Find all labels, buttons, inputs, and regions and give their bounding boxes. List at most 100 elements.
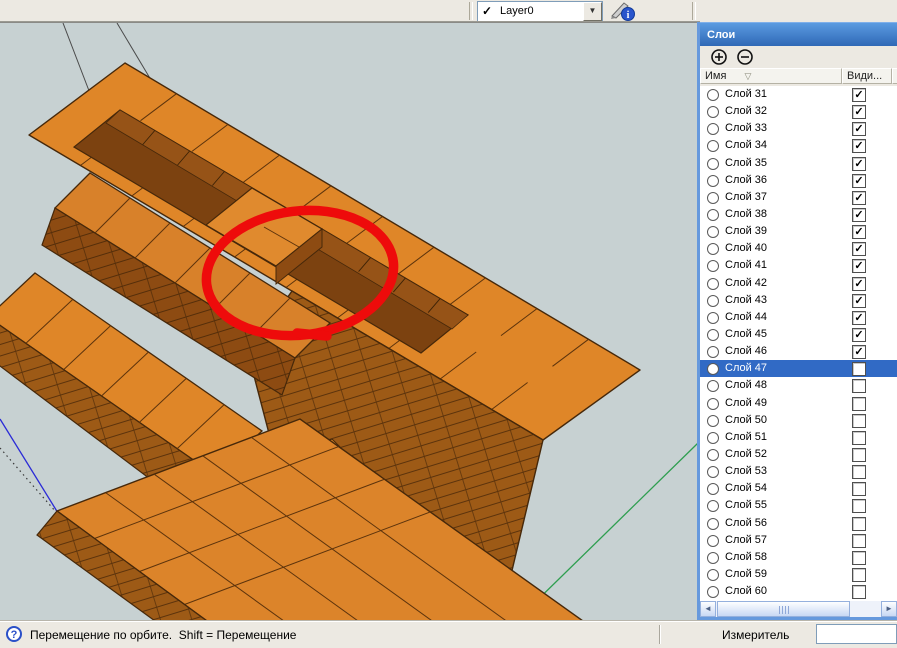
current-layer-radio[interactable] xyxy=(707,432,719,444)
layer-visibility-checkbox[interactable] xyxy=(852,414,866,428)
current-layer-radio[interactable] xyxy=(707,192,719,204)
layer-visibility-checkbox[interactable]: ✓ xyxy=(852,242,866,256)
layer-row[interactable]: Слой 49 xyxy=(700,395,897,412)
current-layer-radio[interactable] xyxy=(707,295,719,307)
current-layer-radio[interactable] xyxy=(707,158,719,170)
layer-row[interactable]: Слой 53 xyxy=(700,463,897,480)
current-layer-radio[interactable] xyxy=(707,380,719,392)
current-layer-radio[interactable] xyxy=(707,415,719,427)
layer-row[interactable]: Слой 38 ✓ xyxy=(700,206,897,223)
current-layer-radio[interactable] xyxy=(707,535,719,547)
layer-visibility-checkbox[interactable] xyxy=(852,482,866,496)
layer-row[interactable]: Слой 51 xyxy=(700,429,897,446)
current-layer-radio[interactable] xyxy=(707,483,719,495)
layer-row[interactable]: Слой 57 xyxy=(700,532,897,549)
current-layer-radio[interactable] xyxy=(707,586,719,598)
current-layer-radio[interactable] xyxy=(707,175,719,187)
horizontal-scrollbar[interactable]: ◄ ► xyxy=(700,601,897,617)
layer-visibility-checkbox[interactable]: ✓ xyxy=(852,259,866,273)
layer-row[interactable]: Слой 52 xyxy=(700,446,897,463)
current-layer-radio[interactable] xyxy=(707,329,719,341)
layer-row[interactable]: Слой 44 ✓ xyxy=(700,309,897,326)
layer-row[interactable]: Слой 42 ✓ xyxy=(700,275,897,292)
layer-visibility-checkbox[interactable] xyxy=(852,431,866,445)
layer-row[interactable]: Слой 58 xyxy=(700,549,897,566)
layer-visibility-checkbox[interactable]: ✓ xyxy=(852,345,866,359)
layer-visibility-checkbox[interactable] xyxy=(852,517,866,531)
layer-visibility-checkbox[interactable]: ✓ xyxy=(852,122,866,136)
layer-visibility-checkbox[interactable] xyxy=(852,397,866,411)
remove-layer-button[interactable] xyxy=(736,48,754,66)
layer-visibility-checkbox[interactable]: ✓ xyxy=(852,277,866,291)
current-layer-radio[interactable] xyxy=(707,278,719,290)
current-layer-radio[interactable] xyxy=(707,123,719,135)
layer-visibility-checkbox[interactable]: ✓ xyxy=(852,88,866,102)
current-layer-radio[interactable] xyxy=(707,140,719,152)
current-layer-radio[interactable] xyxy=(707,346,719,358)
layer-visibility-checkbox[interactable]: ✓ xyxy=(852,208,866,222)
layers-panel-titlebar[interactable]: Слои xyxy=(700,22,897,47)
current-layer-radio[interactable] xyxy=(707,243,719,255)
layer-visibility-checkbox[interactable]: ✓ xyxy=(852,174,866,188)
modeling-viewport[interactable] xyxy=(0,22,700,621)
layer-row[interactable]: Слой 48 xyxy=(700,377,897,394)
layer-row[interactable]: Слой 46 ✓ xyxy=(700,343,897,360)
layer-row[interactable]: Слой 45 ✓ xyxy=(700,326,897,343)
layer-row[interactable]: Слой 40 ✓ xyxy=(700,240,897,257)
current-layer-radio[interactable] xyxy=(707,500,719,512)
layer-dropdown-arrow-button[interactable]: ▼ xyxy=(583,2,602,21)
current-layer-radio[interactable] xyxy=(707,260,719,272)
layer-visibility-checkbox[interactable]: ✓ xyxy=(852,294,866,308)
layer-row[interactable]: Слой 54 xyxy=(700,480,897,497)
layer-row[interactable]: Слой 50 xyxy=(700,412,897,429)
layer-visibility-checkbox[interactable]: ✓ xyxy=(852,157,866,171)
scroll-left-button[interactable]: ◄ xyxy=(700,601,716,617)
layer-dropdown[interactable]: ✓ Layer0 ▼ xyxy=(477,1,603,22)
layer-row[interactable]: Слой 41 ✓ xyxy=(700,257,897,274)
current-layer-radio[interactable] xyxy=(707,89,719,101)
layer-visibility-checkbox[interactable] xyxy=(852,379,866,393)
measurements-input[interactable] xyxy=(816,624,897,644)
layer-row[interactable]: Слой 37 ✓ xyxy=(700,189,897,206)
current-layer-radio[interactable] xyxy=(707,569,719,581)
layer-row[interactable]: Слой 56 xyxy=(700,515,897,532)
current-layer-radio[interactable] xyxy=(707,466,719,478)
layer-row[interactable]: Слой 47 xyxy=(700,360,897,377)
column-header-name[interactable]: Имя▽ xyxy=(700,68,842,84)
layer-visibility-checkbox[interactable] xyxy=(852,551,866,565)
current-layer-radio[interactable] xyxy=(707,209,719,221)
entity-info-tool-button[interactable]: i xyxy=(608,0,638,22)
column-header-color[interactable]: Ц xyxy=(892,68,897,84)
column-header-visible[interactable]: Види... xyxy=(842,68,892,84)
layer-row[interactable]: Слой 59 xyxy=(700,566,897,583)
layer-visibility-checkbox[interactable]: ✓ xyxy=(852,139,866,153)
layer-row[interactable]: Слой 39 ✓ xyxy=(700,223,897,240)
layer-row[interactable]: Слой 43 ✓ xyxy=(700,292,897,309)
layer-row[interactable]: Слой 60 xyxy=(700,583,897,600)
add-layer-button[interactable] xyxy=(710,48,728,66)
current-layer-radio[interactable] xyxy=(707,226,719,238)
layer-row[interactable]: Слой 33 ✓ xyxy=(700,120,897,137)
current-layer-radio[interactable] xyxy=(707,312,719,324)
layer-visibility-checkbox[interactable]: ✓ xyxy=(852,311,866,325)
scrollbar-thumb[interactable] xyxy=(717,601,850,617)
layer-row[interactable]: Слой 34 ✓ xyxy=(700,137,897,154)
layer-visibility-checkbox[interactable] xyxy=(852,448,866,462)
layer-visibility-checkbox[interactable] xyxy=(852,362,866,376)
layer-visibility-checkbox[interactable] xyxy=(852,568,866,582)
layer-visibility-checkbox[interactable] xyxy=(852,465,866,479)
layer-row[interactable]: Слой 35 ✓ xyxy=(700,155,897,172)
layer-visibility-checkbox[interactable]: ✓ xyxy=(852,191,866,205)
current-layer-radio[interactable] xyxy=(707,552,719,564)
layer-visibility-checkbox[interactable]: ✓ xyxy=(852,105,866,119)
current-layer-radio[interactable] xyxy=(707,449,719,461)
layer-row[interactable]: Слой 55 xyxy=(700,497,897,514)
layer-visibility-checkbox[interactable] xyxy=(852,499,866,513)
scroll-right-button[interactable]: ► xyxy=(881,601,897,617)
current-layer-radio[interactable] xyxy=(707,518,719,530)
layer-visibility-checkbox[interactable]: ✓ xyxy=(852,328,866,342)
layer-visibility-checkbox[interactable]: ✓ xyxy=(852,225,866,239)
current-layer-radio[interactable] xyxy=(707,398,719,410)
current-layer-radio[interactable] xyxy=(707,106,719,118)
help-icon[interactable]: ? xyxy=(6,626,22,642)
